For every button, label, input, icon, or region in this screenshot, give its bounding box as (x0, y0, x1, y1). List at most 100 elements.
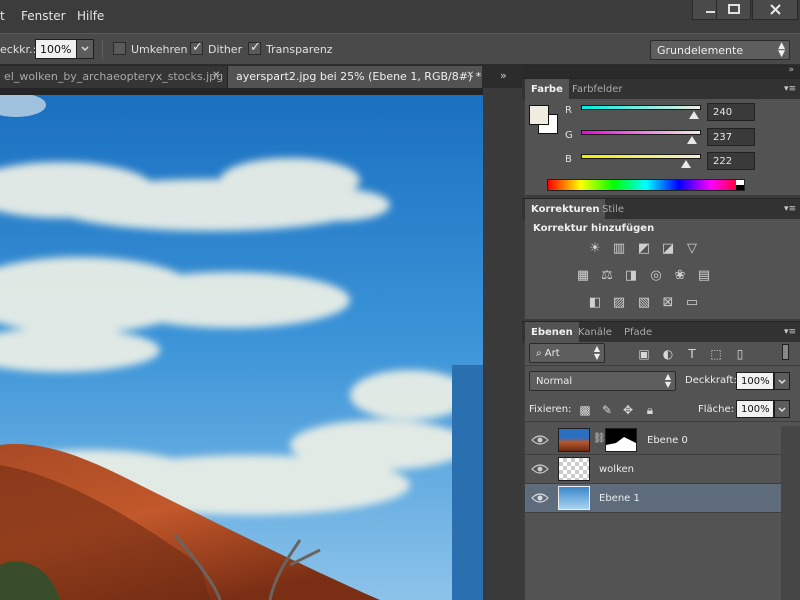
search-icon: ⌕ (536, 348, 545, 359)
lock-transparency-icon[interactable]: ▩ (578, 403, 592, 417)
threshold-icon[interactable]: ▧ (636, 295, 652, 311)
green-value-field[interactable]: 237 (707, 128, 755, 146)
green-slider-thumb[interactable] (687, 136, 698, 144)
adjustments-panel: Korrektur hinzufügen ☀ ▥ ◩ ◪ ▽ ▦ ⚖ ◨ ◎ ❀… (525, 219, 800, 319)
black-white-icon[interactable]: ◨ (623, 268, 639, 284)
workspace-select[interactable]: Grundelemente ▲ ▼ (650, 40, 790, 60)
hue-saturation-icon[interactable]: ▦ (575, 268, 591, 284)
filter-smart-object-icon[interactable]: ▯ (733, 347, 747, 361)
layer-opacity-label: Deckkraft: (685, 375, 737, 386)
layer-opacity-dropdown-button[interactable] (774, 372, 790, 390)
panel-menu-icon[interactable]: ▾≡ (784, 204, 796, 214)
layer-filter-select[interactable]: ⌕ Art ▲ ▼ (529, 343, 605, 363)
tab-kanaele[interactable]: Kanäle (572, 322, 618, 344)
blend-mode-value: Normal (536, 376, 573, 387)
layer-fill-dropdown-button[interactable] (774, 400, 790, 418)
lock-all-icon[interactable]: 🔒︎ (643, 403, 657, 417)
layer-mask-link-icon[interactable]: ⛓ (593, 433, 606, 444)
panel-menu-icon[interactable]: ▾≡ (784, 84, 796, 94)
opacity-input[interactable]: 100% (35, 39, 77, 59)
layer-opacity-input[interactable]: 100% (736, 372, 774, 390)
collapse-panels-icon[interactable]: » (788, 65, 794, 75)
selective-color-icon[interactable]: ⊠ (660, 295, 676, 311)
curves-icon[interactable]: ◩ (636, 241, 652, 257)
layer-filter-value: Art (544, 348, 560, 359)
lock-image-pixels-icon[interactable]: ✎ (600, 403, 614, 417)
document-image[interactable] (0, 95, 483, 600)
photo-filter-icon[interactable]: ◎ (648, 268, 664, 284)
document-tab[interactable]: el_wolken_by_archaeopteryx_stocks.jpg ✕ (0, 66, 228, 88)
lock-position-icon[interactable]: ✥ (621, 403, 635, 417)
foreground-color-swatch[interactable] (529, 105, 549, 125)
invert-icon[interactable]: ◧ (587, 295, 603, 311)
filter-shape-icon[interactable]: ⬚ (709, 347, 723, 361)
canvas-area[interactable] (0, 88, 522, 600)
document-tab-label: ayerspart2.jpg bei 25% (Ebene 1, RGB/8#)… (236, 70, 482, 83)
visibility-eye-icon[interactable] (531, 463, 549, 475)
tab-pfade[interactable]: Pfade (618, 322, 658, 344)
filter-pixel-icon[interactable]: ▣ (637, 347, 651, 361)
chevron-down-icon (81, 46, 89, 52)
tab-ebenen[interactable]: Ebenen (525, 322, 579, 344)
tab-overflow-icon[interactable]: » (500, 69, 507, 82)
document-tab-active[interactable]: ayerspart2.jpg bei 25% (Ebene 1, RGB/8#)… (228, 66, 482, 88)
layer-row[interactable]: wolken (525, 455, 781, 484)
transparency-checkbox[interactable]: ✓ (248, 40, 261, 55)
close-tab-icon[interactable]: ✕ (212, 70, 220, 81)
color-panel-header: Farbe Farbfelder ▾≡ (522, 78, 800, 101)
brightness-icon[interactable]: ☀ (587, 241, 603, 257)
panel-dock-header: » (522, 65, 800, 78)
maximize-button[interactable] (716, 0, 751, 20)
canvas-scroll-area[interactable] (483, 88, 522, 600)
panel-divider (525, 365, 800, 366)
layer-row[interactable]: ⛓ Ebene 0 (525, 426, 781, 455)
menu-item-fenster[interactable]: Fenster (21, 9, 66, 23)
red-slider-thumb[interactable] (688, 111, 699, 119)
channel-label-r: R (565, 105, 572, 116)
green-slider-track[interactable] (581, 130, 701, 135)
layer-name: Ebene 0 (647, 435, 688, 446)
layer-mask-thumbnail[interactable] (605, 428, 637, 452)
spectrum-black-swatch[interactable] (736, 185, 744, 190)
tab-farbe[interactable]: Farbe (525, 79, 569, 101)
visibility-eye-icon[interactable] (531, 434, 549, 446)
filter-type-icon[interactable]: T (685, 347, 699, 361)
color-lookup-icon[interactable]: ▤ (696, 268, 712, 284)
color-spectrum-bar[interactable] (547, 179, 745, 191)
blue-slider-track[interactable] (581, 154, 701, 159)
channel-label-b: B (565, 154, 572, 165)
gradient-map-icon[interactable]: ▭ (684, 295, 700, 311)
menu-item-hilfe[interactable]: Hilfe (77, 9, 104, 23)
channel-mixer-icon[interactable]: ❀ (672, 268, 688, 284)
red-slider-track[interactable] (581, 105, 701, 110)
tab-stile[interactable]: Stile (596, 199, 630, 221)
red-value-field[interactable]: 240 (707, 103, 755, 121)
lock-label: Fixieren: (529, 404, 572, 415)
tab-farbfelder[interactable]: Farbfelder (566, 79, 628, 101)
close-window-button[interactable] (752, 0, 798, 20)
vibrance-icon[interactable]: ▽ (684, 241, 700, 257)
blend-mode-select[interactable]: Normal ▲ ▼ (529, 371, 676, 391)
filter-adjustment-icon[interactable]: ◐ (661, 347, 675, 361)
layer-thumbnail (558, 486, 590, 510)
tab-korrekturen[interactable]: Korrekturen (525, 199, 606, 221)
panels-column: » Farbe Farbfelder ▾≡ R 240 G 237 B 222 … (522, 65, 800, 600)
blue-value-field[interactable]: 222 (707, 152, 755, 170)
exposure-icon[interactable]: ◪ (660, 241, 676, 257)
opacity-dropdown-button[interactable] (76, 39, 94, 59)
layer-fill-input[interactable]: 100% (736, 400, 774, 418)
panel-menu-icon[interactable]: ▾≡ (784, 327, 796, 337)
reverse-checkbox[interactable] (113, 42, 126, 55)
layer-row-selected[interactable]: Ebene 1 (525, 484, 781, 513)
filter-toggle-switch[interactable] (782, 344, 789, 360)
blue-slider-thumb[interactable] (680, 160, 691, 168)
dither-checkbox[interactable]: ✓ (190, 40, 203, 55)
layers-panel-header: Ebenen Kanäle Pfade ▾≡ (522, 321, 800, 344)
layer-list-scrollbar[interactable] (781, 426, 800, 600)
visibility-eye-icon[interactable] (531, 492, 549, 504)
levels-icon[interactable]: ▥ (611, 241, 627, 257)
posterize-icon[interactable]: ▨ (611, 295, 627, 311)
close-tab-icon[interactable]: ✕ (466, 70, 474, 81)
menu-item-ansicht[interactable]: t (0, 9, 5, 23)
color-balance-icon[interactable]: ⚖ (599, 268, 615, 284)
